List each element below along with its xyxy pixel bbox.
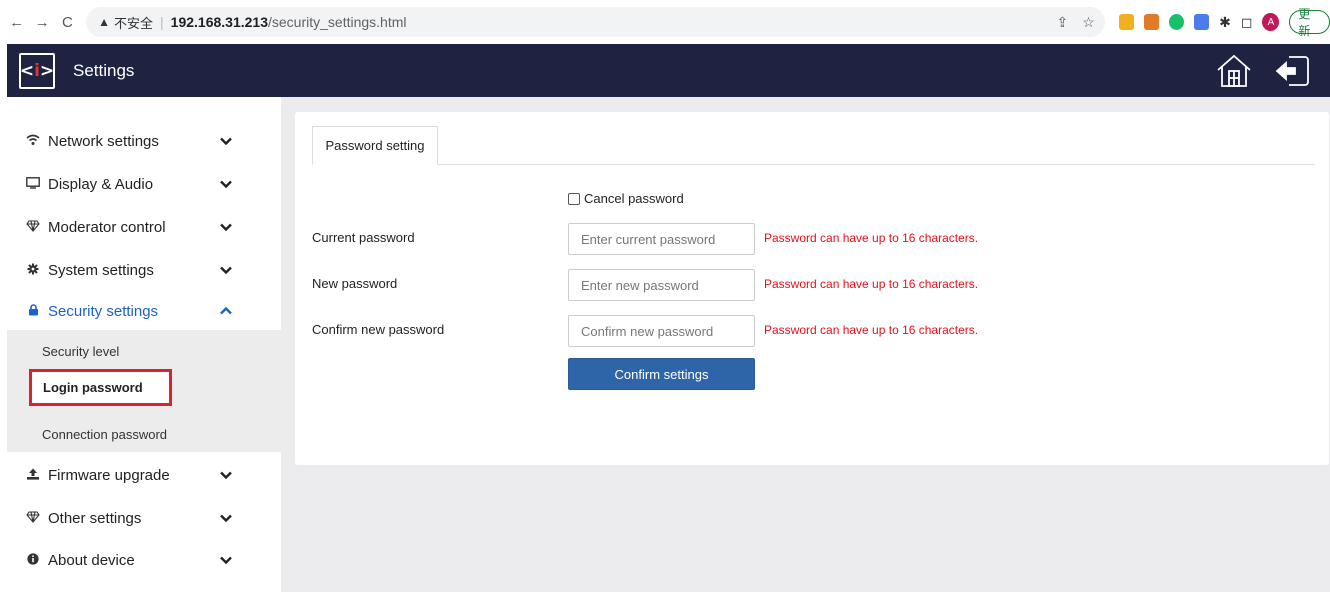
chevron-down-icon [220,220,232,234]
forward-button[interactable]: → [31,11,52,33]
wifi-icon [26,134,40,149]
sidebar-item-other[interactable]: Other settings [7,501,281,535]
sidebar-subitem-security-level[interactable]: Security level [42,344,119,359]
monitor-icon [26,176,40,192]
diamond-icon [26,219,40,235]
back-button[interactable]: ← [6,11,27,33]
cancel-password-checkbox[interactable]: Cancel password [568,191,684,206]
checkbox-label: Cancel password [584,191,684,206]
sidebar-item-label: Moderator control [48,218,166,236]
current-password-label: Current password [312,230,415,245]
puzzle-icon[interactable]: ✱ [1219,14,1231,31]
sidebar: Network settings Display & Audio Moderat… [7,97,281,592]
chevron-up-icon [220,304,232,318]
warning-icon: ▲ [98,15,111,29]
profile-avatar[interactable]: A [1262,13,1280,31]
sidebar-item-security[interactable]: Security settings [7,294,281,328]
sidebar-item-system[interactable]: System settings [7,253,281,287]
sidebar-item-network[interactable]: Network settings [7,124,281,158]
app-header: < i > Settings [7,44,1330,97]
sidebar-item-moderator[interactable]: Moderator control [7,210,281,244]
extension-icon[interactable] [1118,14,1134,30]
sidebar-item-about[interactable]: About device [7,543,281,577]
confirm-password-label: Confirm new password [312,322,445,337]
separator: | [160,14,164,30]
sidebar-item-display-audio[interactable]: Display & Audio [7,167,281,201]
sidebar-item-label: About device [48,551,135,569]
confirm-password-input[interactable] [568,315,755,347]
confirm-password-hint: Password can have up to 16 characters. [764,323,979,337]
chevron-down-icon [220,553,232,567]
logo-char: < [19,60,35,81]
sidebar-subitem-label: Login password [43,380,143,395]
info-icon [26,552,40,568]
extension-icon[interactable] [1143,14,1159,30]
sidebar-item-label: Network settings [48,132,159,150]
chevron-down-icon [220,263,232,277]
lock-icon [26,303,40,319]
url-host: 192.168.31.213 [170,14,268,30]
sidebar-item-label: System settings [48,261,154,279]
sidebar-subitem-login-password[interactable]: Login password [29,369,172,406]
sidebar-item-firmware[interactable]: Firmware upgrade [7,458,281,492]
chevron-down-icon [220,134,232,148]
current-password-hint: Password can have up to 16 characters. [764,231,979,245]
gear-icon [26,263,40,278]
chevron-down-icon [220,177,232,191]
checkbox-box[interactable] [568,192,580,205]
translate-icon[interactable] [1194,14,1210,30]
current-password-input[interactable] [568,223,755,255]
browser-toolbar: ← → C ▲ 不安全 | 192.168.31.213/security_se… [0,0,1330,44]
main-content: Password setting Cancel password Current… [281,97,1330,592]
url-path: /security_settings.html [268,14,407,30]
home-icon[interactable] [1214,51,1254,91]
diamond-icon [26,510,40,526]
bookmark-star-icon[interactable]: ☆ [1082,14,1095,31]
sidebar-item-label: Firmware upgrade [48,466,170,484]
sidebar-subitem-connection-password[interactable]: Connection password [42,427,167,442]
reload-button[interactable]: C [57,11,78,33]
confirm-settings-button[interactable]: Confirm settings [568,358,755,390]
new-password-hint: Password can have up to 16 characters. [764,277,979,291]
share-icon[interactable]: ⇪ [1056,14,1068,31]
insecure-label: 不安全 [114,15,154,31]
new-password-input[interactable] [568,269,755,301]
logout-icon[interactable] [1272,51,1312,91]
tab-password-setting[interactable]: Password setting [312,126,438,165]
address-bar[interactable]: ▲ 不安全 | 192.168.31.213/security_settings… [86,7,1105,37]
logo: < i > [19,52,55,89]
sidebar-item-label: Security settings [48,302,159,320]
tab-divider [312,164,1315,165]
update-button[interactable]: 更新 [1289,7,1330,38]
sidebar-item-label: Display & Audio [48,175,154,193]
chevron-down-icon [220,511,232,525]
chevron-down-icon [220,468,232,482]
sidebar-item-label: Other settings [48,509,142,527]
extension-icons: ✱ ◻ A 更新 [1118,7,1330,38]
logo-char: > [39,60,55,81]
new-password-label: New password [312,276,398,291]
sidepanel-icon[interactable]: ◻ [1241,14,1253,31]
grammarly-icon[interactable] [1168,14,1185,30]
upload-icon [26,468,40,483]
password-panel: Password setting Cancel password Current… [295,112,1329,465]
page-title: Settings [73,60,135,80]
